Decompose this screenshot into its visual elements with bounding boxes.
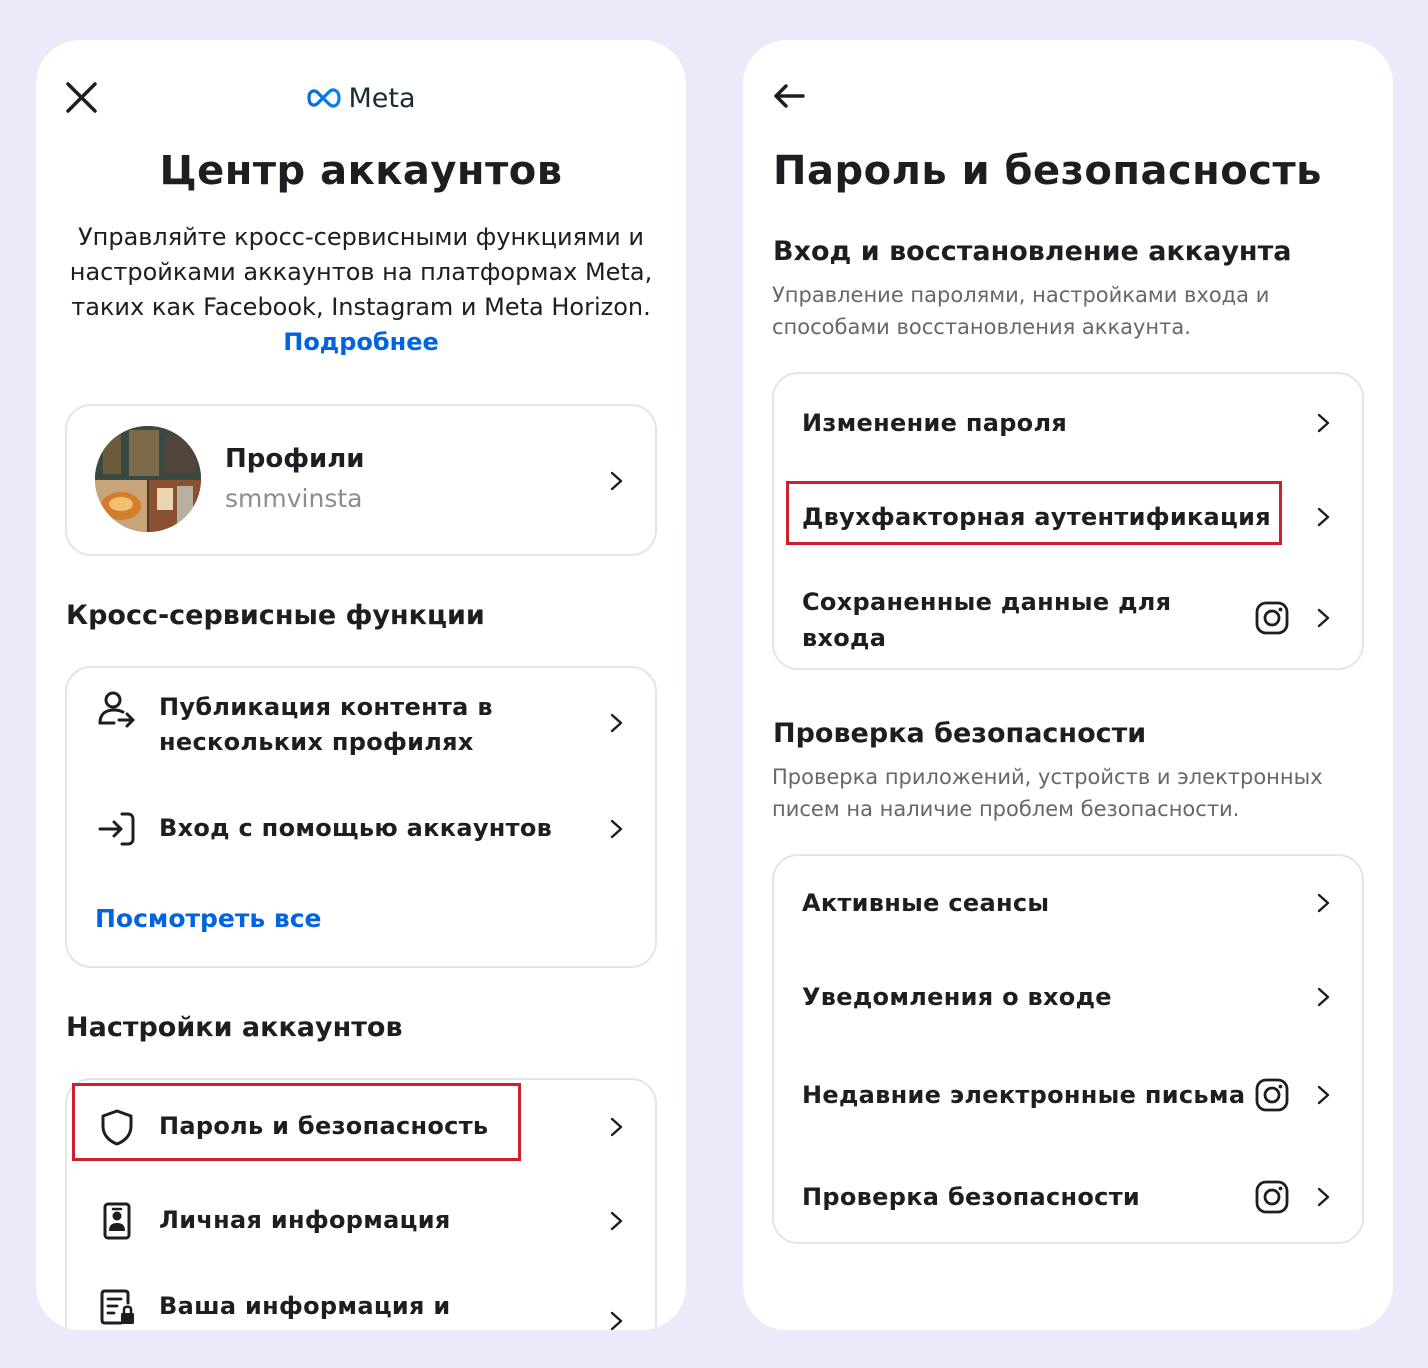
meta-infinity-icon: [307, 88, 342, 108]
settings-item-password-security[interactable]: Пароль и безопасность: [67, 1104, 655, 1150]
profile-username: smmvinsta: [225, 484, 363, 513]
security-item-active-sessions[interactable]: Активные сеансы: [774, 880, 1362, 926]
shield-icon: [97, 1107, 137, 1147]
cross-section-title: Кросс-сервисные функции: [66, 600, 485, 631]
learn-more-link[interactable]: Подробнее: [283, 328, 439, 356]
profiles-title: Профили: [225, 444, 365, 474]
chevron-right-icon: [1312, 412, 1334, 434]
chevron-right-icon: [1312, 1186, 1334, 1208]
chevron-right-icon: [1312, 892, 1334, 914]
settings-item-label: Пароль и безопасность: [159, 1112, 489, 1140]
arrow-left-icon[interactable]: [769, 76, 809, 116]
chevron-right-icon: [1312, 506, 1334, 528]
description-text: Управляйте кросс-сервисными функциями и …: [69, 223, 653, 321]
security-item-label: Недавние электронные письма: [802, 1081, 1246, 1109]
login-arrow-icon: [97, 809, 137, 849]
security-section-description: Проверка приложений, устройств и электро…: [772, 765, 1323, 821]
instagram-icon: [1254, 1179, 1290, 1215]
security-item-recent-emails[interactable]: Недавние электронные письма: [774, 1072, 1362, 1118]
profiles-card[interactable]: Профили smmvinsta: [65, 404, 657, 556]
document-lock-icon: [97, 1287, 137, 1327]
page-description: Управляйте кросс-сервисными функциями и …: [66, 220, 656, 360]
login-item-label: Двухфакторная аутентификация: [802, 503, 1271, 531]
login-item-two-factor[interactable]: Двухфакторная аутентификация: [774, 494, 1362, 540]
login-card: Изменение пароля Двухфакторная аутентифи…: [772, 372, 1364, 670]
avatar: [95, 426, 201, 532]
accounts-center-screen: Meta Центр аккаунтов Управляйте кросс-се…: [36, 40, 686, 1330]
login-item-saved-login[interactable]: Сохраненные данные для входа: [774, 580, 1362, 660]
login-item-label: Изменение пароля: [802, 409, 1068, 437]
page-title: Центр аккаунтов: [159, 148, 563, 194]
security-item-security-checkup[interactable]: Проверка безопасности: [774, 1174, 1362, 1220]
security-item-label: Уведомления о входе: [802, 983, 1112, 1011]
cross-item-label: Публикация контента в нескольких профиля…: [159, 693, 493, 756]
page-title: Пароль и безопасность: [773, 148, 1322, 194]
login-section-title: Вход и восстановление аккаунта: [773, 236, 1292, 267]
chevron-right-icon: [1312, 986, 1334, 1008]
chevron-right-icon: [1312, 1084, 1334, 1106]
chevron-right-icon: [605, 1210, 627, 1232]
chevron-right-icon: [605, 1310, 627, 1330]
settings-item-label: Ваша информация и: [159, 1292, 451, 1320]
person-share-icon: [97, 690, 137, 730]
security-item-login-alerts[interactable]: Уведомления о входе: [774, 974, 1362, 1020]
instagram-icon: [1254, 600, 1290, 636]
see-all-link[interactable]: Посмотреть все: [95, 904, 321, 933]
cross-services-card: Публикация контента в нескольких профиля…: [65, 666, 657, 968]
settings-card: Пароль и безопасность Личная информация …: [65, 1078, 657, 1330]
security-item-label: Проверка безопасности: [802, 1183, 1141, 1211]
security-card: Активные сеансы Уведомления о входе Неда…: [772, 854, 1364, 1244]
security-section-title: Проверка безопасности: [773, 718, 1147, 749]
security-item-label: Активные сеансы: [802, 889, 1050, 917]
login-section-description: Управление паролями, настройками входа и…: [772, 283, 1270, 339]
chevron-right-icon: [605, 818, 627, 840]
instagram-icon: [1254, 1077, 1290, 1113]
settings-item-label: Личная информация: [159, 1206, 451, 1234]
settings-section-title: Настройки аккаунтов: [66, 1012, 403, 1043]
cross-item-login[interactable]: Вход с помощью аккаунтов: [67, 806, 655, 852]
cross-item-label: Вход с помощью аккаунтов: [159, 814, 553, 842]
cross-item-publish[interactable]: Публикация контента в нескольких профиля…: [67, 686, 655, 766]
login-item-change-password[interactable]: Изменение пароля: [774, 400, 1362, 446]
chevron-right-icon: [605, 1116, 627, 1138]
meta-logo-text: Meta: [348, 82, 416, 114]
id-card-icon: [97, 1201, 137, 1241]
login-item-label: Сохраненные данные для входа: [802, 588, 1172, 652]
meta-logo: Meta: [36, 78, 686, 118]
settings-item-your-info[interactable]: Ваша информация и: [67, 1284, 655, 1330]
chevron-right-icon: [605, 470, 627, 492]
settings-item-personal-info[interactable]: Личная информация: [67, 1198, 655, 1244]
password-security-screen: Пароль и безопасность Вход и восстановле…: [743, 40, 1393, 1330]
chevron-right-icon: [605, 712, 627, 734]
chevron-right-icon: [1312, 607, 1334, 629]
